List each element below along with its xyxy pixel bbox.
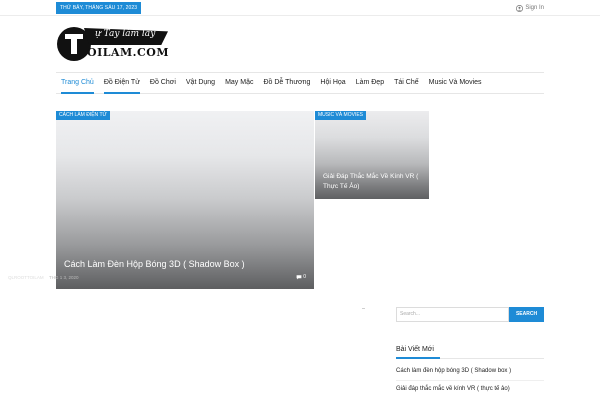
nav-item-trang-chu[interactable]: Trang Chủ [56, 73, 99, 94]
divider [362, 308, 365, 309]
nav-item-hoi-hoa[interactable]: Hội Họa [315, 73, 350, 93]
category-badge[interactable]: CÁCH LÀM ĐIỆN TỬ [56, 111, 110, 120]
logo-t-icon [65, 34, 83, 54]
recent-post-link[interactable]: Giải đáp thắc mắc về kính VR ( thực tế ả… [396, 386, 510, 392]
nav-item-music-va-movies[interactable]: Music Và Movies [424, 73, 487, 93]
featured-post-title[interactable]: Giải Đáp Thắc Mắc Về Kính VR ( Thực Tế Ả… [323, 172, 423, 192]
main-nav: Trang Chủ Đồ Điện Tử Đồ Chơi Vật Dụng Ma… [56, 72, 544, 94]
search-button[interactable]: SEARCH [509, 307, 544, 322]
sign-in-link[interactable]: Sign In [516, 3, 544, 13]
category-badge[interactable]: MUSIC VÀ MOVIES [315, 111, 367, 120]
featured-post-large[interactable]: CÁCH LÀM ĐIỆN TỬ Cách Làm Đèn Hộp Bóng 3… [56, 111, 314, 289]
nav-item-do-choi[interactable]: Đồ Chơi [145, 73, 181, 93]
top-bar: THỨ BẢY, THÁNG SÁU 17, 2023 Sign In [0, 0, 600, 16]
comment-icon [296, 275, 302, 280]
logo-wordmark: OILAM.COM [87, 46, 170, 59]
search-input[interactable]: Search... [396, 307, 509, 322]
heading-accent-line [396, 357, 440, 359]
comment-count[interactable]: 0 [296, 274, 306, 280]
list-divider [396, 380, 544, 381]
nav-item-do-de-thuong[interactable]: Đồ Dễ Thương [258, 73, 315, 93]
sign-in-label: Sign In [525, 5, 544, 11]
nav-item-tai-che[interactable]: Tái Chế [389, 73, 424, 93]
featured-post-meta: QLROOTTOILAM THG 1 3, 2020 [8, 275, 78, 280]
user-icon [516, 4, 524, 12]
featured-post-small[interactable]: MUSIC VÀ MOVIES Giải Đáp Thắc Mắc Về Kín… [315, 111, 429, 199]
recent-posts-heading: Bài Viết Mới [396, 346, 434, 353]
page: THỨ BẢY, THÁNG SÁU 17, 2023 Sign In ự Ta… [0, 0, 600, 400]
comment-count-value: 0 [303, 274, 306, 280]
date-badge: THỨ BẢY, THÁNG SÁU 17, 2023 [56, 2, 142, 14]
featured-post-title[interactable]: Cách Làm Đèn Hộp Bóng 3D ( Shadow Box ) [64, 259, 245, 269]
nav-item-do-dien-tu[interactable]: Đồ Điện Tử [99, 73, 145, 94]
nav-item-vat-dung[interactable]: Vật Dụng [181, 73, 220, 93]
post-author[interactable]: QLROOTTOILAM [8, 275, 44, 280]
site-logo[interactable]: ự Tay làm lấy OILAM.COM [57, 26, 172, 62]
logo-tagline: ự Tay làm lấy [95, 29, 156, 39]
nav-item-lam-dep[interactable]: Làm Đẹp [351, 73, 389, 93]
recent-post-link[interactable]: Cách làm đèn hộp bóng 3D ( Shadow box ) [396, 368, 511, 374]
post-date: THG 1 3, 2020 [48, 275, 79, 280]
nav-item-may-mac[interactable]: May Mặc [220, 73, 258, 93]
